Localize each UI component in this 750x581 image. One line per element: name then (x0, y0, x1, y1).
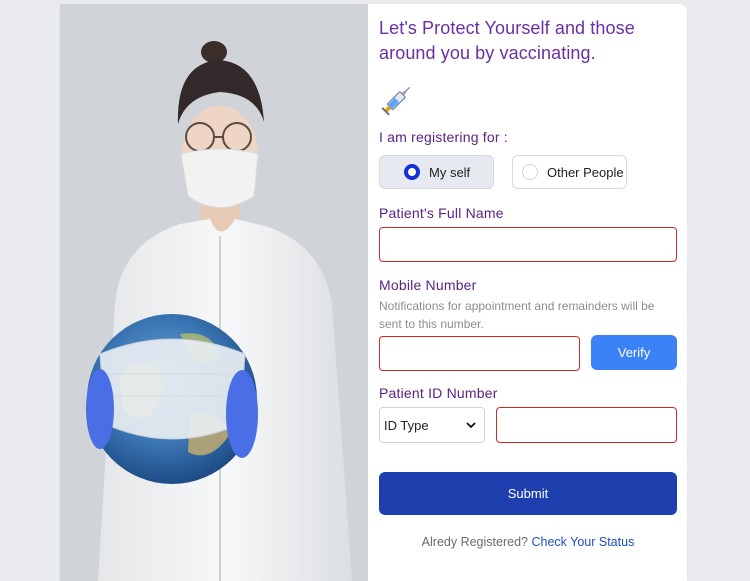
id-type-select[interactable]: ID Type (379, 407, 485, 443)
footer-text: Alredy Registered? (421, 535, 528, 549)
mobile-number-input[interactable] (379, 336, 580, 371)
hero-photo (60, 4, 368, 581)
option-other-people[interactable]: Other People (512, 155, 627, 189)
id-type-value: ID Type (384, 417, 429, 433)
submit-button[interactable]: Submit (379, 472, 677, 515)
verify-button[interactable]: Verify (591, 335, 677, 370)
radio-unchecked-icon (522, 164, 538, 180)
patient-id-input[interactable] (496, 407, 677, 443)
full-name-input[interactable] (379, 227, 677, 262)
footer-registered: Alredy Registered? Check Your Status (379, 535, 677, 549)
patient-id-label: Patient ID Number (379, 385, 498, 401)
page-title: Let's Protect Yourself and those around … (379, 18, 635, 63)
chevron-down-icon (466, 422, 476, 429)
registering-for-label: I am registering for : (379, 129, 508, 145)
full-name-label: Patient's Full Name (379, 205, 504, 221)
person-with-globe-illustration (60, 4, 368, 581)
option-other-people-label: Other People (547, 164, 624, 180)
check-status-link[interactable]: Check Your Status (531, 535, 634, 549)
mobile-hint: Notifications for appointment and remain… (379, 299, 655, 331)
option-myself[interactable]: My self (379, 155, 494, 189)
radio-checked-icon (404, 164, 420, 180)
option-myself-label: My self (429, 164, 471, 180)
registration-card: Let's Protect Yourself and those around … (60, 4, 687, 581)
syringe-icon (381, 86, 411, 116)
mobile-number-label: Mobile Number (379, 277, 477, 293)
